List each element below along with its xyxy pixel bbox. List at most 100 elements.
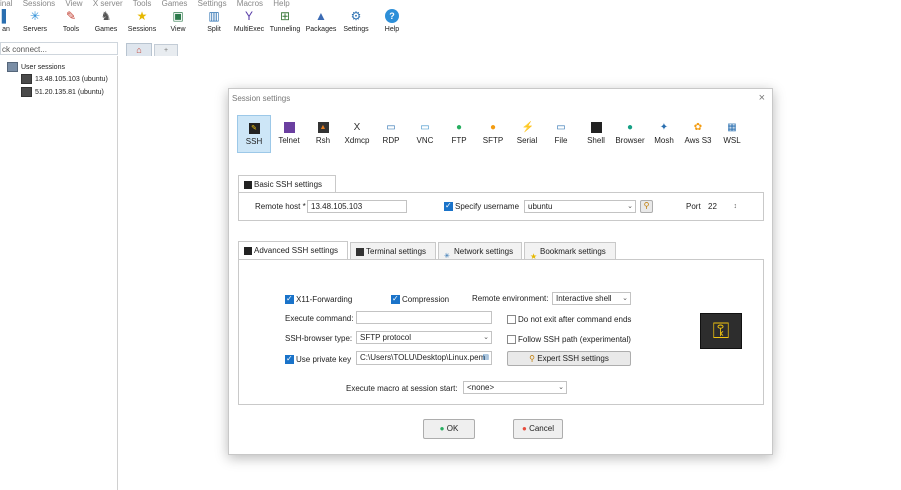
tab-terminal-settings[interactable]: Terminal settings xyxy=(350,242,436,259)
ok-button[interactable]: ● OK xyxy=(423,419,475,439)
close-icon[interactable]: × xyxy=(759,92,765,104)
quick-connect-input[interactable]: ck connect... xyxy=(0,42,118,55)
toolbar-view-button[interactable]: ▣ View xyxy=(158,9,198,33)
menu-view[interactable]: View xyxy=(65,0,82,8)
ssh-browser-type-select[interactable]: SFTP protocol ⌄ xyxy=(356,331,492,344)
protocol-file[interactable]: ▭ File xyxy=(544,115,578,149)
protocol-aws-s3[interactable]: ✿ Aws S3 xyxy=(681,115,715,149)
protocol-browser[interactable]: ● Browser xyxy=(613,115,647,149)
specify-username-checkbox[interactable] xyxy=(444,201,453,211)
chevron-down-icon: ⌄ xyxy=(483,334,489,341)
use-private-key-label: Use private key xyxy=(296,355,352,364)
x11-forwarding-checkbox[interactable] xyxy=(285,294,294,304)
tab-advanced-ssh-settings[interactable]: Advanced SSH settings xyxy=(238,241,348,259)
chevron-down-icon: ⌄ xyxy=(558,384,564,391)
aws-s3-icon: ✿ xyxy=(693,122,703,133)
execute-command-input[interactable] xyxy=(356,311,492,324)
telnet-icon xyxy=(283,122,295,133)
rdp-icon: ▭ xyxy=(386,122,396,133)
protocol-serial[interactable]: ⚡ Serial xyxy=(510,115,544,149)
protocol-sftp[interactable]: ● SFTP xyxy=(476,115,510,149)
shell-icon xyxy=(590,122,602,133)
dialog-title: Session settings xyxy=(232,94,291,103)
file-icon: ▭ xyxy=(556,122,566,133)
username-combo[interactable]: ubuntu ⌄ xyxy=(524,200,636,213)
menu-settings[interactable]: Settings xyxy=(198,0,227,8)
servers-icon: ✳ xyxy=(29,9,41,23)
session-item[interactable]: 13.48.105.103 (ubuntu) xyxy=(21,74,108,84)
execute-macro-select[interactable]: <none> ⌄ xyxy=(463,381,567,394)
new-tab-button[interactable]: + xyxy=(154,44,178,56)
protocol-rdp[interactable]: ▭ RDP xyxy=(374,115,408,149)
help-icon: ? xyxy=(385,9,399,23)
menu-terminal[interactable]: inal xyxy=(0,0,12,8)
session-item[interactable]: 51.20.135.81 (ubuntu) xyxy=(21,87,104,97)
user-manager-button[interactable]: ⚲ xyxy=(640,200,653,213)
star-icon: ★ xyxy=(530,251,538,261)
games-icon: ♞ xyxy=(100,9,112,23)
toolbar-packages-button[interactable]: ▲ Packages xyxy=(301,9,341,33)
expert-ssh-settings-button[interactable]: ⚲ Expert SSH settings xyxy=(507,351,631,366)
serial-icon: ⚡ xyxy=(521,122,534,133)
file-browse-icon[interactable]: ▤ xyxy=(482,352,489,363)
tab-bookmark-settings[interactable]: ★Bookmark settings xyxy=(524,242,616,261)
execute-macro-label: Execute macro at session start: xyxy=(346,384,458,393)
protocol-wsl[interactable]: ▦ WSL xyxy=(715,115,749,149)
follow-ssh-path-checkbox[interactable] xyxy=(507,335,516,344)
protocol-shell[interactable]: Shell xyxy=(579,115,613,149)
remote-host-input[interactable]: 13.48.105.103 xyxy=(307,200,407,213)
ssh-browser-type-label: SSH-browser type: xyxy=(285,334,353,343)
port-spinner[interactable]: 22 ↕ xyxy=(704,200,740,213)
ssh-session-icon xyxy=(21,87,32,97)
home-tab[interactable]: ⌂ xyxy=(126,43,152,56)
toolbar-help-button[interactable]: ? Help xyxy=(372,9,412,33)
tools-icon: ✎ xyxy=(65,9,77,23)
user-sessions-folder[interactable]: User sessions xyxy=(7,62,65,72)
ftp-icon: ● xyxy=(455,122,463,133)
menu-xserver[interactable]: X server xyxy=(93,0,123,8)
cancel-circle-icon: ● xyxy=(522,424,527,433)
chevron-down-icon: ⌄ xyxy=(622,295,628,302)
tab-basic-ssh-settings[interactable]: Basic SSH settings xyxy=(238,175,336,193)
menu-tools[interactable]: Tools xyxy=(133,0,152,8)
menu-games[interactable]: Games xyxy=(162,0,188,8)
toolbar-tools-button[interactable]: ✎ Tools xyxy=(51,9,91,33)
protocol-ftp[interactable]: ● FTP xyxy=(442,115,476,149)
ssh-session-icon xyxy=(21,74,32,84)
private-key-path-input[interactable]: C:\Users\TOLU\Desktop\Linux.pem ▤ xyxy=(356,351,492,365)
toolbar-multiexec-button[interactable]: Y MultiExec xyxy=(229,9,269,33)
protocol-xdmcp[interactable]: X Xdmcp xyxy=(340,115,374,149)
toolbar-split-button[interactable]: ▥ Split xyxy=(194,9,234,33)
tunneling-icon: ⊞ xyxy=(279,9,291,23)
use-private-key-checkbox[interactable] xyxy=(285,354,294,364)
compression-checkbox[interactable] xyxy=(391,294,400,304)
remote-environment-select[interactable]: Interactive shell ⌄ xyxy=(552,292,631,305)
tab-network-settings[interactable]: ✳Network settings xyxy=(438,242,522,260)
vnc-icon: ▭ xyxy=(420,122,430,133)
menu-help[interactable]: Help xyxy=(273,0,289,8)
network-icon: ✳ xyxy=(444,252,450,260)
rsh-icon: ▲ xyxy=(317,122,329,133)
toolbar-tunneling-button[interactable]: ⊞ Tunneling xyxy=(265,9,305,33)
port-label: Port xyxy=(686,202,701,211)
plus-icon: + xyxy=(163,47,169,54)
basic-settings-panel: Remote host * 13.48.105.103 Specify user… xyxy=(238,192,764,221)
protocol-rsh[interactable]: ▲ Rsh xyxy=(306,115,340,149)
toolbar-sessions-button[interactable]: ★ Sessions xyxy=(122,9,162,33)
protocol-mosh[interactable]: ✦ Mosh xyxy=(647,115,681,149)
spinner-arrows-icon: ↕ xyxy=(733,203,738,210)
folder-icon xyxy=(7,62,18,72)
protocol-vnc[interactable]: ▭ VNC xyxy=(408,115,442,149)
user-icon: ⚲ xyxy=(643,201,650,210)
toolbar-servers-button[interactable]: ✳ Servers xyxy=(15,9,55,33)
protocol-ssh[interactable]: ✎ SSH xyxy=(237,115,271,153)
view-icon: ▣ xyxy=(172,9,184,23)
ssh-icon xyxy=(244,246,252,255)
do-not-exit-checkbox[interactable] xyxy=(507,315,516,324)
menu-macros[interactable]: Macros xyxy=(237,0,263,8)
cancel-button[interactable]: ● Cancel xyxy=(513,419,563,439)
protocol-telnet[interactable]: Telnet xyxy=(272,115,306,149)
toolbar-settings-button[interactable]: ⚙ Settings xyxy=(336,9,376,33)
menu-sessions[interactable]: Sessions xyxy=(23,0,55,8)
toolbar-games-button[interactable]: ♞ Games xyxy=(86,9,126,33)
